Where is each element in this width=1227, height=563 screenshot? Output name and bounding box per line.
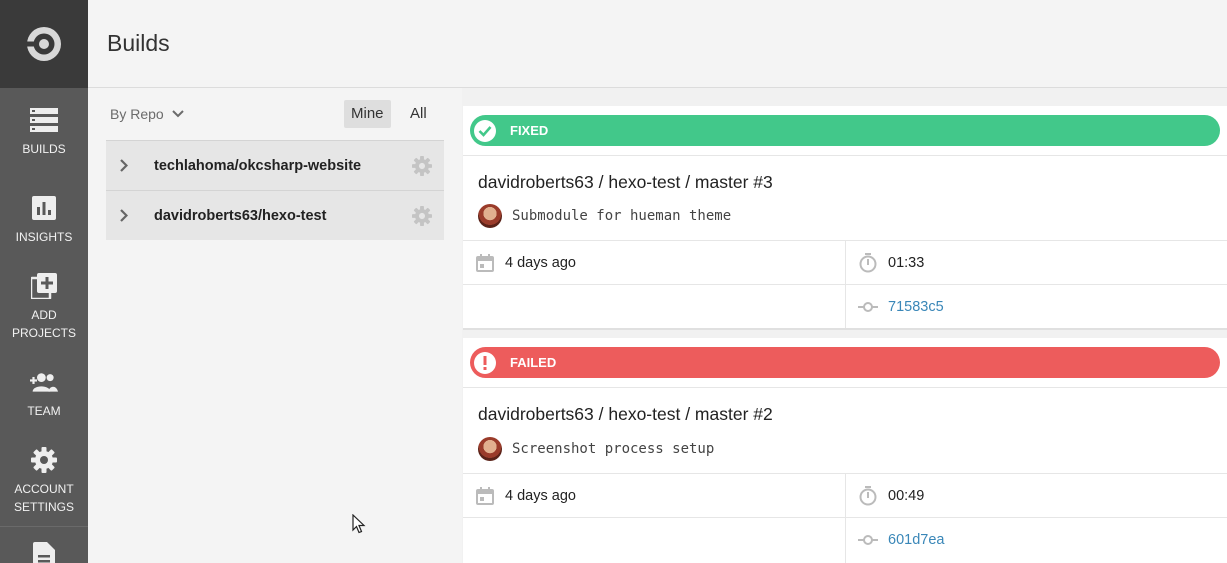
time-ago-text: 4 days ago <box>505 488 576 504</box>
commit-line: Screenshot process setup <box>478 437 714 461</box>
divider <box>845 473 846 563</box>
nav-builds-label: BUILDS <box>22 142 66 156</box>
add-projects-icon <box>30 272 58 300</box>
build-duration: 00:49 <box>858 486 924 506</box>
nav-account-settings-label-2: SETTINGS <box>13 500 74 514</box>
repo-panel: By Repo Mine All techlahoma/okcsharp-web… <box>88 88 462 563</box>
divider <box>463 155 1227 156</box>
stopwatch-icon <box>858 486 878 506</box>
toggle-mine[interactable]: Mine <box>344 100 391 128</box>
status-badge-failed[interactable]: FAILED <box>470 347 1220 378</box>
toggle-all[interactable]: All <box>403 100 434 128</box>
nav-add-projects-label-2: PROJECTS <box>11 326 76 340</box>
sidebar-nav: BUILDS INSIGHTS ADD PROJECTS TEAM ACCOUN… <box>0 0 88 563</box>
page-title: Builds <box>107 30 170 56</box>
build-card: FIXED davidroberts63 / hexo-test / maste… <box>463 106 1227 330</box>
build-time-ago: 4 days ago <box>475 486 576 506</box>
duration-text: 01:33 <box>888 255 925 271</box>
nav-add-projects-label-1: ADD <box>31 308 57 322</box>
nav-insights-label: INSIGHTS <box>15 230 73 244</box>
gear-icon[interactable] <box>412 206 432 231</box>
nav-team[interactable]: TEAM <box>0 368 88 420</box>
nav-add-projects[interactable]: ADD PROJECTS <box>0 272 88 342</box>
build-commit-sha: 71583c5 <box>858 297 944 317</box>
divider <box>463 284 1227 285</box>
status-label: FAILED <box>510 355 557 370</box>
nav-docs[interactable] <box>0 541 88 563</box>
nav-team-label: TEAM <box>27 404 61 418</box>
settings-icon <box>30 446 58 474</box>
alert-circle-icon <box>474 351 496 374</box>
commit-message[interactable]: Screenshot process setup <box>512 441 714 457</box>
chevron-right-icon[interactable] <box>120 159 142 172</box>
commit-sha-link[interactable]: 601d7ea <box>888 532 944 548</box>
chevron-down-icon <box>171 110 184 118</box>
status-label: FIXED <box>510 123 549 138</box>
repo-name[interactable]: techlahoma/okcsharp-website <box>154 158 361 174</box>
avatar <box>478 204 502 228</box>
commit-icon <box>858 530 878 550</box>
builds-icon <box>30 106 58 134</box>
commit-message[interactable]: Submodule for hueman theme <box>512 208 731 224</box>
status-badge-fixed[interactable]: FIXED <box>470 115 1220 146</box>
calendar-icon <box>475 253 495 273</box>
build-title[interactable]: davidroberts63 / hexo-test / master #3 <box>478 172 773 193</box>
team-icon <box>30 368 58 396</box>
divider <box>463 517 1227 518</box>
repo-row[interactable]: techlahoma/okcsharp-website <box>106 140 444 190</box>
page-header: Builds <box>88 0 1227 88</box>
time-ago-text: 4 days ago <box>505 255 576 271</box>
build-card: FAILED davidroberts63 / hexo-test / mast… <box>463 338 1227 563</box>
circleci-logo[interactable] <box>0 0 88 88</box>
nav-builds[interactable]: BUILDS <box>0 106 88 158</box>
gear-icon[interactable] <box>412 156 432 181</box>
repo-row[interactable]: davidroberts63/hexo-test <box>106 190 444 240</box>
build-time-ago: 4 days ago <box>475 253 576 273</box>
mouse-cursor-icon <box>352 514 366 534</box>
repo-filter-label: By Repo <box>110 106 164 122</box>
insights-icon <box>30 194 58 222</box>
nav-divider <box>0 526 88 527</box>
stopwatch-icon <box>858 253 878 273</box>
build-duration: 01:33 <box>858 253 924 273</box>
nav-account-settings-label-1: ACCOUNT <box>14 482 74 496</box>
docs-icon <box>30 541 58 563</box>
repo-name[interactable]: davidroberts63/hexo-test <box>154 208 326 224</box>
avatar <box>478 437 502 461</box>
commit-sha-link[interactable]: 71583c5 <box>888 299 944 315</box>
calendar-icon <box>475 486 495 506</box>
nav-insights[interactable]: INSIGHTS <box>0 194 88 246</box>
commit-icon <box>858 297 878 317</box>
commit-line: Submodule for hueman theme <box>478 204 731 228</box>
check-circle-icon <box>474 119 496 142</box>
nav-account-settings[interactable]: ACCOUNT SETTINGS <box>0 446 88 516</box>
build-title[interactable]: davidroberts63 / hexo-test / master #2 <box>478 404 773 425</box>
circleci-logo-icon <box>25 27 61 61</box>
chevron-right-icon[interactable] <box>120 209 142 222</box>
repo-filter-dropdown[interactable]: By Repo <box>110 106 184 122</box>
divider <box>463 387 1227 388</box>
build-commit-sha: 601d7ea <box>858 530 944 550</box>
duration-text: 00:49 <box>888 488 925 504</box>
